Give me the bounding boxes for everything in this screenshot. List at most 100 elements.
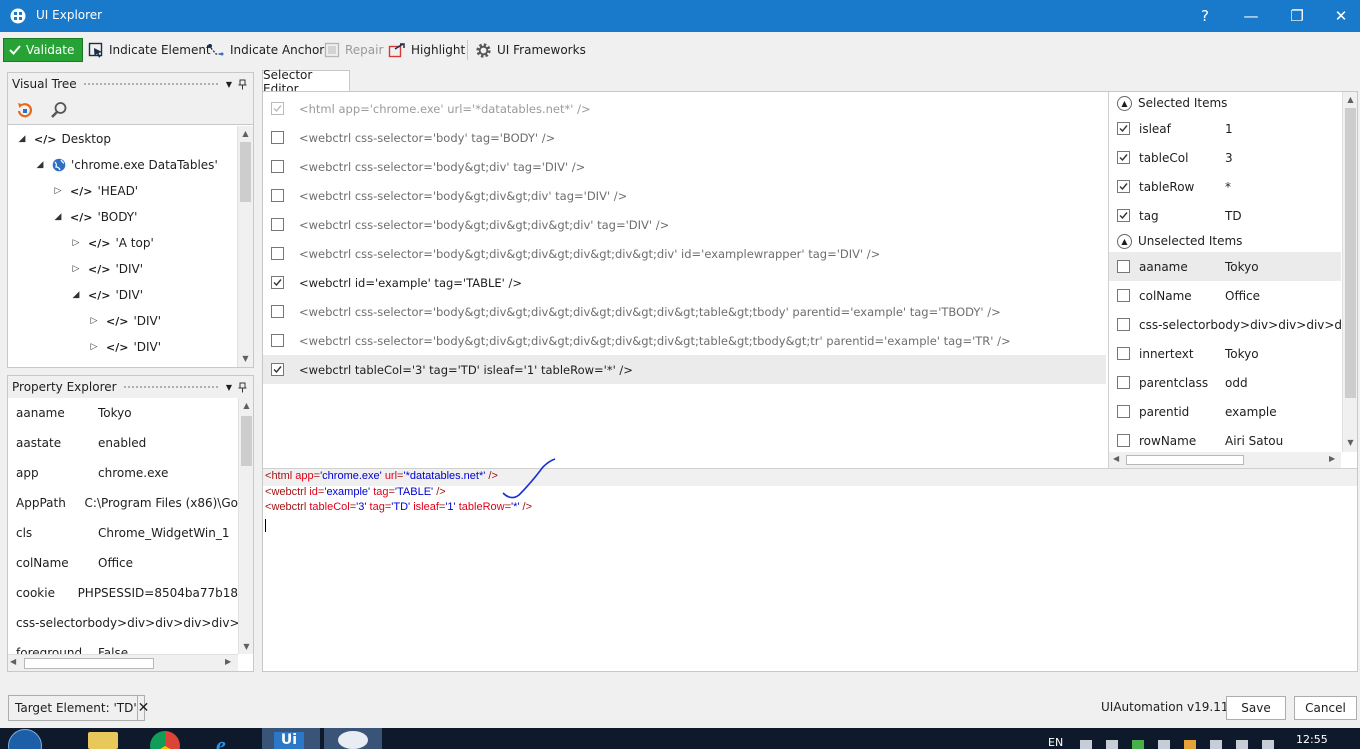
refresh-icon[interactable] (16, 101, 34, 119)
taskbar-ui-explorer[interactable]: Ui (262, 728, 320, 749)
indicate-anchor-button[interactable]: Indicate Anchor (203, 38, 328, 62)
selected-items-header[interactable]: ▲ Selected Items (1109, 92, 1341, 114)
property-row[interactable]: cls Chrome_WidgetWin_1 (8, 518, 238, 548)
attribute-value[interactable]: example (1225, 405, 1341, 419)
selector-node-row[interactable]: <webctrl css-selector='body&gt;div&gt;di… (263, 210, 1106, 239)
taskbar-chrome[interactable] (134, 728, 192, 749)
attribute-row[interactable]: parentclass odd (1109, 368, 1341, 397)
tree-item-chrome[interactable]: ◢ 'chrome.exe DataTables' (8, 152, 237, 178)
attribute-row[interactable]: innertext Tokyo (1109, 339, 1341, 368)
tray-icon[interactable] (1158, 740, 1170, 749)
attribute-row[interactable]: aaname Tokyo (1109, 252, 1341, 281)
attribute-checkbox[interactable] (1117, 347, 1130, 360)
scroll-up-icon[interactable]: ▲ (239, 398, 254, 413)
attribute-checkbox[interactable] (1117, 289, 1130, 302)
selector-node-row[interactable]: <webctrl tableCol='3' tag='TD' isleaf='1… (263, 355, 1106, 384)
attribute-checkbox[interactable] (1117, 405, 1130, 418)
clear-target-icon[interactable]: ✕ (136, 696, 149, 720)
property-row[interactable]: AppPath C:\Program Files (x86)\Go (8, 488, 238, 518)
scroll-thumb[interactable] (240, 142, 251, 202)
attribute-value[interactable]: Tokyo (1225, 347, 1341, 361)
expand-toggle-icon[interactable]: ▷ (88, 316, 100, 326)
attribute-value[interactable]: TD (1225, 209, 1341, 223)
attribute-value[interactable]: * (1225, 180, 1341, 194)
attribute-checkbox[interactable] (1117, 260, 1130, 273)
selector-node-row[interactable]: <html app='chrome.exe' url='*datatables.… (263, 94, 1106, 123)
node-checkbox[interactable] (271, 363, 284, 376)
attribute-row[interactable]: tableRow * (1109, 172, 1341, 201)
tree-item-a-top[interactable]: ▷ </> 'A top' (8, 230, 237, 256)
property-row[interactable]: aastate enabled (8, 428, 238, 458)
property-row[interactable]: colName Office (8, 548, 238, 578)
collapse-toggle-icon[interactable]: ◢ (34, 160, 46, 170)
tray-icon[interactable] (1132, 740, 1144, 749)
cancel-button[interactable]: Cancel (1294, 696, 1357, 720)
collapse-up-icon[interactable]: ▲ (1117, 95, 1132, 111)
node-checkbox[interactable] (271, 334, 284, 347)
unselected-items-header[interactable]: ▲ Unselected Items (1109, 230, 1341, 252)
tree-item-desktop[interactable]: ◢ </> Desktop (8, 126, 237, 152)
expand-toggle-icon[interactable]: ▷ (70, 238, 82, 248)
attributes-hscrollbar[interactable]: ◀ ▶ (1109, 452, 1341, 468)
tray-icon[interactable] (1080, 740, 1092, 749)
node-checkbox[interactable] (271, 102, 284, 115)
attribute-row[interactable]: tableCol 3 (1109, 143, 1341, 172)
attribute-row[interactable]: css-selector body>div>div>div>d (1109, 310, 1341, 339)
attributes-scrollbar[interactable]: ▲ ▼ (1342, 92, 1357, 452)
visual-tree-scrollbar[interactable]: ▲ ▼ (237, 126, 253, 367)
selector-node-row[interactable]: <webctrl css-selector='body&gt;div&gt;di… (263, 297, 1106, 326)
node-checkbox[interactable] (271, 189, 284, 202)
property-scrollbar[interactable]: ▲ ▼ (238, 398, 253, 654)
scroll-left-icon[interactable]: ◀ (1113, 454, 1119, 463)
scroll-thumb[interactable] (24, 658, 154, 669)
help-button[interactable]: ? (1182, 0, 1228, 32)
pin-icon[interactable] (238, 382, 247, 393)
attribute-checkbox[interactable] (1117, 151, 1130, 164)
scroll-down-icon[interactable]: ▼ (239, 639, 254, 654)
scroll-up-icon[interactable]: ▲ (1343, 92, 1357, 107)
attribute-checkbox[interactable] (1117, 434, 1130, 447)
taskbar-file-explorer[interactable] (72, 728, 130, 749)
attribute-checkbox[interactable] (1117, 180, 1130, 193)
property-row[interactable]: foreground False (8, 638, 238, 654)
scroll-thumb[interactable] (241, 416, 252, 466)
pin-icon[interactable] (238, 79, 247, 90)
node-checkbox[interactable] (271, 218, 284, 231)
attribute-row[interactable]: isleaf 1 (1109, 114, 1341, 143)
scroll-left-icon[interactable]: ◀ (10, 657, 16, 666)
selector-node-row[interactable]: <webctrl css-selector='body&gt;div&gt;di… (263, 181, 1106, 210)
attribute-checkbox[interactable] (1117, 318, 1130, 331)
attribute-row[interactable]: tag TD (1109, 201, 1341, 230)
scroll-right-icon[interactable]: ▶ (1329, 454, 1335, 463)
search-icon[interactable] (50, 101, 68, 119)
taskbar-uipath[interactable] (324, 728, 382, 749)
attribute-value[interactable]: Tokyo (1225, 260, 1341, 274)
selector-node-row[interactable]: <webctrl css-selector='body&gt;div&gt;di… (263, 326, 1106, 355)
xml-preview-editor[interactable]: <html app='chrome.exe' url='*datatables.… (263, 469, 1357, 671)
property-row[interactable]: aaname Tokyo (8, 398, 238, 428)
attribute-row[interactable]: rowName Airi Satou (1109, 426, 1341, 452)
drag-grip[interactable] (82, 81, 220, 87)
tree-item-head[interactable]: ▷ </> 'HEAD' (8, 178, 237, 204)
tray-icon[interactable] (1236, 740, 1248, 749)
scroll-up-icon[interactable]: ▲ (238, 126, 253, 141)
scroll-right-icon[interactable]: ▶ (225, 657, 231, 666)
attribute-value[interactable]: Airi Satou (1225, 434, 1341, 448)
selector-node-row[interactable]: <webctrl id='example' tag='TABLE' /> (263, 268, 1106, 297)
expand-toggle-icon[interactable]: ▷ (52, 186, 64, 196)
property-row[interactable]: app chrome.exe (8, 458, 238, 488)
tray-icon[interactable] (1210, 740, 1222, 749)
node-checkbox[interactable] (271, 160, 284, 173)
attribute-row[interactable]: parentid example (1109, 397, 1341, 426)
start-button[interactable] (8, 729, 42, 749)
property-row[interactable]: css-selector body>div>div>div>div> (8, 608, 238, 638)
collapse-toggle-icon[interactable]: ◢ (70, 290, 82, 300)
drag-grip[interactable] (122, 384, 220, 390)
clock[interactable]: 12:55 (1296, 733, 1328, 746)
collapse-up-icon[interactable]: ▲ (1117, 233, 1132, 249)
selector-node-row[interactable]: <webctrl css-selector='body&gt;div' tag=… (263, 152, 1106, 181)
attribute-row[interactable]: colName Office (1109, 281, 1341, 310)
ui-frameworks-button[interactable]: UI Frameworks (471, 38, 590, 62)
repair-button[interactable]: Repair (320, 38, 387, 62)
close-button[interactable]: ✕ (1318, 0, 1360, 32)
